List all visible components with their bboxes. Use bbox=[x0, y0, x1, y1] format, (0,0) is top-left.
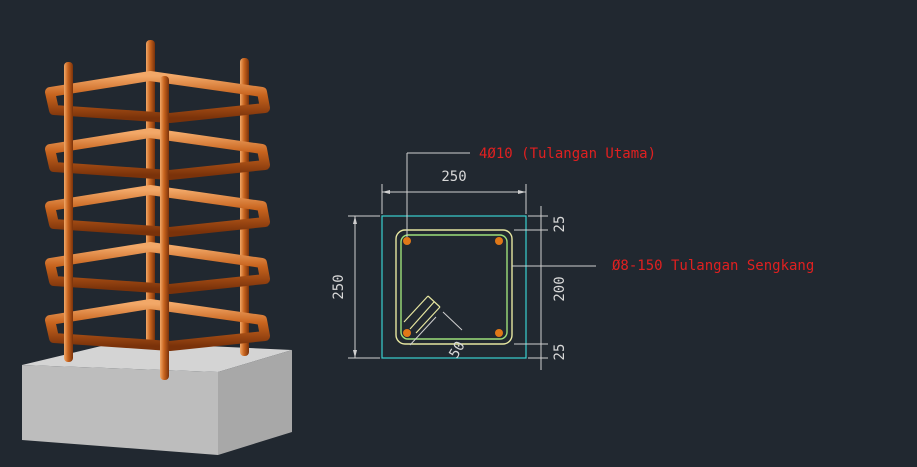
main-bar-bottom-right bbox=[495, 329, 503, 337]
dim-left-250: 250 bbox=[331, 274, 347, 299]
main-bar-bottom-left bbox=[403, 329, 411, 337]
dimension-lines bbox=[348, 152, 596, 370]
concrete-footing bbox=[22, 342, 292, 455]
cad-drawing: 250 250 25 200 25 50 4Ø10 (Tulangan Utam… bbox=[0, 0, 917, 462]
stirrup-rings bbox=[45, 71, 270, 351]
rebar-cage-3d bbox=[22, 40, 292, 455]
label-main-rebar: 4Ø10 (Tulangan Utama) bbox=[479, 146, 656, 162]
drawing-canvas: 250 250 25 200 25 50 4Ø10 (Tulangan Utam… bbox=[22, 40, 814, 455]
dim-right-top-25: 25 bbox=[552, 216, 568, 233]
stirrup-inner bbox=[400, 234, 508, 340]
main-bar-top-right bbox=[495, 237, 503, 245]
dim-top-250: 250 bbox=[441, 169, 466, 185]
vertical-bar-left bbox=[64, 62, 73, 362]
dim-right-bottom-25: 25 bbox=[552, 344, 568, 361]
label-stirrup: Ø8-150 Tulangan Sengkang bbox=[612, 258, 814, 274]
stirrup-hook bbox=[403, 295, 441, 334]
vertical-bar-front bbox=[160, 76, 169, 380]
main-bar-top-left bbox=[403, 237, 411, 245]
dim-right-mid-200: 200 bbox=[552, 276, 568, 301]
column-cross-section: 250 250 25 200 25 50 4Ø10 (Tulangan Utam… bbox=[331, 146, 814, 370]
stirrup-outer bbox=[395, 229, 513, 345]
